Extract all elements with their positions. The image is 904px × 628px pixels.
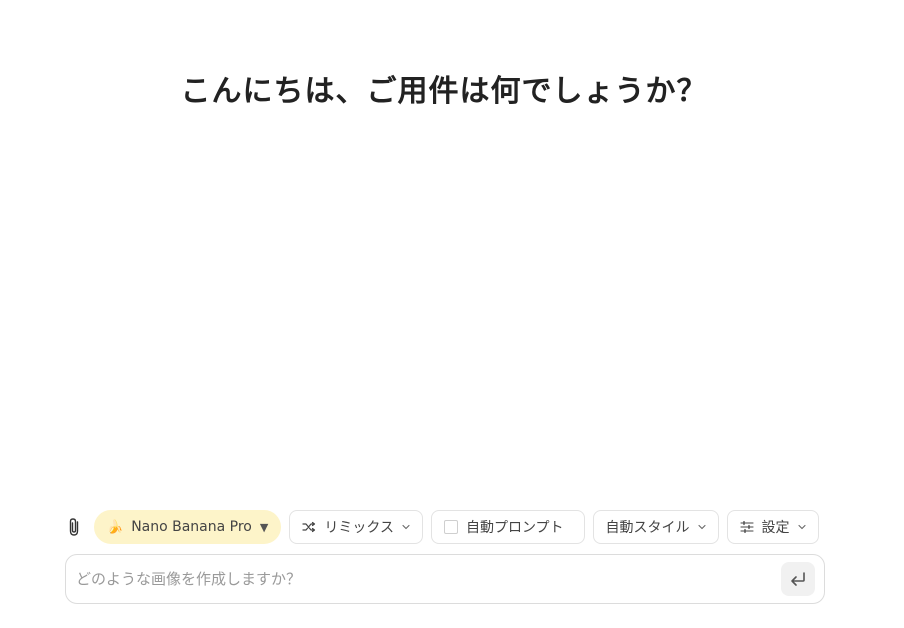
chevron-down-icon [797,524,806,530]
auto-style-dropdown[interactable]: 自動スタイル [592,510,719,544]
auto-prompt-checkbox[interactable] [443,520,458,534]
chevron-down-icon [697,524,706,530]
remix-dropdown[interactable]: リミックス [289,510,423,544]
chevron-down-icon [402,524,410,530]
prompt-input[interactable] [66,555,781,603]
caret-down-icon: ▼ [259,520,269,534]
enter-arrow-icon [791,572,805,586]
remix-label: リミックス [324,520,394,536]
shuffle-icon [302,521,316,533]
send-button[interactable] [781,562,815,596]
banana-icon: 🍌 [107,519,124,535]
auto-style-label: 自動スタイル [605,520,690,536]
paperclip-icon [69,518,79,536]
sliders-icon [739,521,754,533]
page: こんにちは、ご用件は何でしょうか？ 🍌 Nano Banana Pro ▼ リミ… [0,0,904,628]
prompt-box [65,554,825,604]
prompt-toolbar: 🍌 Nano Banana Pro ▼ リミックス 自動プロンプト 自動スタイル [62,509,819,545]
auto-prompt-toggle[interactable]: 自動プロンプト [430,510,585,544]
settings-dropdown[interactable]: 設定 [726,510,819,544]
attach-button[interactable] [62,510,86,544]
greeting-heading: こんにちは、ご用件は何でしょうか？ [180,74,708,109]
model-selector[interactable]: 🍌 Nano Banana Pro ▼ [94,510,282,544]
auto-prompt-label: 自動プロンプト [465,520,564,536]
model-label: Nano Banana Pro [131,519,252,535]
settings-label: 設定 [761,520,790,536]
